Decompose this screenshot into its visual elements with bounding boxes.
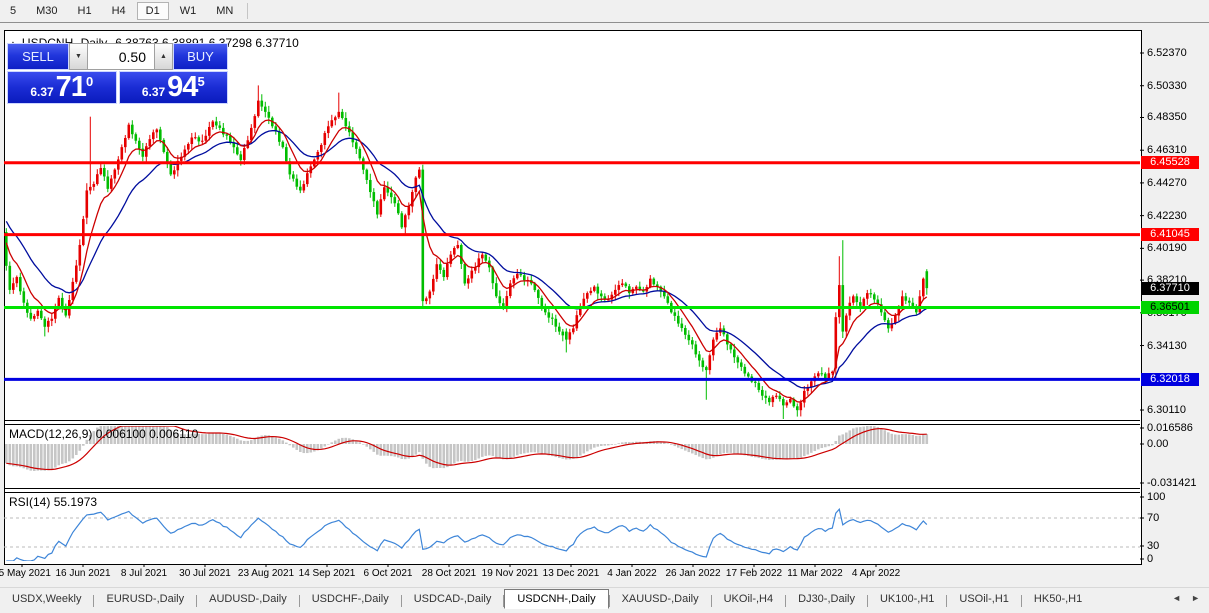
timeframe-button-mn[interactable]: MN xyxy=(207,2,242,20)
volume-input[interactable]: 0.50 xyxy=(88,43,154,70)
tab-usdx-weekly[interactable]: USDX,Weekly xyxy=(0,590,93,608)
rsi-name: RSI(14) xyxy=(9,495,50,509)
macd-current-values: 0.006100 0.006110 xyxy=(96,427,199,441)
date-label: 30 Jul 2021 xyxy=(179,568,231,579)
date-label: 19 Nov 2021 xyxy=(482,568,539,579)
tab-hk50-h1[interactable]: HK50-,H1 xyxy=(1022,590,1094,608)
macd-tick-0.00: 0.00 xyxy=(1147,438,1168,450)
price-tick-6.34130: 6.34130 xyxy=(1147,340,1187,352)
date-label: 25 May 2021 xyxy=(0,568,51,579)
price-level-label-6.41045: 6.41045 xyxy=(1141,228,1199,241)
price-tick-6.48350: 6.48350 xyxy=(1147,111,1187,123)
timeframe-button-d1[interactable]: D1 xyxy=(137,2,169,20)
tab-audusd-daily[interactable]: AUDUSD-,Daily xyxy=(197,590,299,608)
tab-eurusd-daily[interactable]: EURUSD-,Daily xyxy=(94,590,196,608)
timeframe-button-h1[interactable]: H1 xyxy=(69,2,101,20)
macd-indicator-label: MACD(12,26,9) 0.006100 0.006110 xyxy=(9,427,198,441)
rsi-tick-100: 100 xyxy=(1147,491,1165,503)
chart-tab-bar: USDX,WeeklyEURUSD-,DailyAUDUSD-,DailyUSD… xyxy=(0,587,1209,613)
date-label: 17 Feb 2022 xyxy=(726,568,782,579)
price-level-label-6.45528: 6.45528 xyxy=(1141,156,1199,169)
timeframe-button-h4[interactable]: H4 xyxy=(103,2,135,20)
sell-price-pip: 0 xyxy=(86,74,93,89)
timeframe-button-m30[interactable]: M30 xyxy=(27,2,66,20)
sell-button[interactable]: SELL xyxy=(7,43,69,70)
tab-dj30-daily[interactable]: DJ30-,Daily xyxy=(786,590,867,608)
price-tick-6.50330: 6.50330 xyxy=(1147,80,1187,92)
price-level-label-6.32018: 6.32018 xyxy=(1141,373,1199,386)
volume-increase-button[interactable]: ▲ xyxy=(154,43,173,70)
date-label: 16 Jun 2021 xyxy=(55,568,110,579)
rsi-tick-70: 70 xyxy=(1147,512,1159,524)
date-label: 4 Apr 2022 xyxy=(852,568,900,579)
rsi-current-value: 55.1973 xyxy=(54,495,97,509)
price-tick-6.52370: 6.52370 xyxy=(1147,47,1187,59)
sell-price-main: 71 xyxy=(56,73,86,102)
sell-price-display[interactable]: 6.37 71 0 xyxy=(7,71,117,104)
tab-scroll-arrows: ◄► xyxy=(1167,590,1205,606)
tab-ukoil-h4[interactable]: UKOil-,H4 xyxy=(712,590,786,608)
tab-usoil-h1[interactable]: USOil-,H1 xyxy=(947,590,1021,608)
sell-price-prefix: 6.37 xyxy=(30,85,53,99)
tab-usdchf-daily[interactable]: USDCHF-,Daily xyxy=(300,590,401,608)
macd-tick--0.031421: -0.031421 xyxy=(1147,477,1197,489)
tab-scroll-right-icon[interactable]: ► xyxy=(1186,590,1205,606)
date-label: 28 Oct 2021 xyxy=(422,568,476,579)
date-label: 4 Jan 2022 xyxy=(607,568,657,579)
date-label: 13 Dec 2021 xyxy=(543,568,600,579)
buy-price-main: 94 xyxy=(167,73,197,102)
buy-button[interactable]: BUY xyxy=(173,43,228,70)
date-label: 26 Jan 2022 xyxy=(665,568,720,579)
price-tick-6.46310: 6.46310 xyxy=(1147,144,1187,156)
tab-usdcad-daily[interactable]: USDCAD-,Daily xyxy=(402,590,504,608)
one-click-trade-widget: SELL ▼ 0.50 ▲ BUY 6.37 71 0 6.37 94 5 xyxy=(7,43,228,104)
buy-price-prefix: 6.37 xyxy=(142,85,165,99)
timeframe-toolbar: 5M30H1H4D1W1MN xyxy=(0,0,1209,23)
timeframe-button-w1[interactable]: W1 xyxy=(171,2,206,20)
tab-xauusd-daily[interactable]: XAUUSD-,Daily xyxy=(610,590,711,608)
timeframe-button-5[interactable]: 5 xyxy=(1,2,25,20)
volume-decrease-button[interactable]: ▼ xyxy=(69,43,88,70)
date-label: 6 Oct 2021 xyxy=(364,568,413,579)
rsi-tick-30: 30 xyxy=(1147,540,1159,552)
rsi-tick-0: 0 xyxy=(1147,553,1153,565)
price-tick-6.40190: 6.40190 xyxy=(1147,242,1187,254)
date-label: 8 Jul 2021 xyxy=(121,568,167,579)
toolbar-separator xyxy=(247,3,248,19)
price-level-label-6.37710: 6.37710 xyxy=(1141,282,1199,295)
price-level-label-6.36501: 6.36501 xyxy=(1141,301,1199,314)
date-label: 11 Mar 2022 xyxy=(787,568,842,579)
price-tick-6.42230: 6.42230 xyxy=(1147,210,1187,222)
tab-scroll-left-icon[interactable]: ◄ xyxy=(1167,590,1186,606)
buy-price-display[interactable]: 6.37 94 5 xyxy=(119,71,229,104)
tab-uk100-h1[interactable]: UK100-,H1 xyxy=(868,590,946,608)
macd-name: MACD(12,26,9) xyxy=(9,427,92,441)
buy-price-pip: 5 xyxy=(197,74,204,89)
chart-canvas[interactable] xyxy=(4,30,1142,565)
rsi-indicator-label: RSI(14) 55.1973 xyxy=(9,495,97,509)
date-label: 14 Sep 2021 xyxy=(299,568,356,579)
price-tick-6.44270: 6.44270 xyxy=(1147,177,1187,189)
date-label: 23 Aug 2021 xyxy=(238,568,294,579)
tab-usdcnh-daily[interactable]: USDCNH-,Daily xyxy=(504,589,608,609)
price-tick-6.30110: 6.30110 xyxy=(1147,404,1186,416)
macd-tick-0.016586: 0.016586 xyxy=(1147,422,1193,434)
